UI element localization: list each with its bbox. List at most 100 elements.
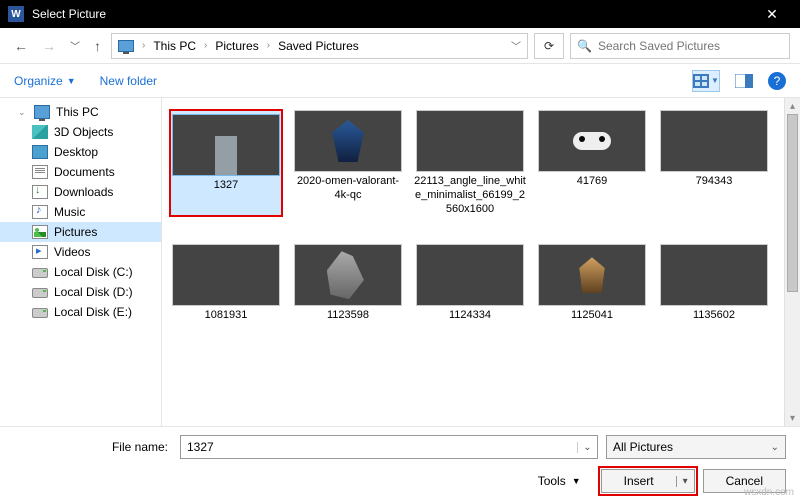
titlebar: W Select Picture ✕ [0, 0, 800, 28]
file-thumb[interactable]: 1124334 [414, 244, 526, 323]
sidebar-item-pictures[interactable]: Pictures [0, 222, 161, 242]
document-icon [32, 165, 48, 179]
monitor-icon [34, 105, 50, 119]
sidebar-item-desktop[interactable]: Desktop [0, 142, 161, 162]
sidebar-item-label: Downloads [54, 185, 113, 199]
pictures-icon [32, 225, 48, 239]
file-label: 2020-omen-valorant-4k-qc [292, 175, 404, 203]
insert-label: Insert [602, 474, 676, 488]
sidebar-item-label: Videos [54, 245, 90, 259]
expand-icon[interactable]: ⌄ [18, 107, 28, 118]
word-app-icon: W [8, 6, 24, 22]
chevron-right-icon[interactable]: › [265, 40, 272, 51]
scroll-down-icon[interactable]: ▾ [785, 410, 800, 426]
file-label: 1327 [214, 179, 238, 193]
file-thumb[interactable]: 2020-omen-valorant-4k-qc [292, 110, 404, 216]
thumbnail-image [416, 244, 524, 306]
sidebar-item-documents[interactable]: Documents [0, 162, 161, 182]
breadcrumb-segment[interactable]: This PC [149, 37, 200, 55]
organize-menu[interactable]: Organize ▼ [14, 74, 76, 88]
file-label: 1125041 [571, 309, 613, 323]
sidebar-item-downloads[interactable]: Downloads [0, 182, 161, 202]
file-name-label: File name: [14, 440, 172, 454]
scroll-thumb[interactable] [787, 114, 798, 292]
thumbnail-image [172, 244, 280, 306]
filter-label: All Pictures [613, 440, 673, 454]
file-name-field[interactable]: ⌄ [180, 435, 598, 459]
disk-icon [32, 308, 48, 318]
sidebar-item-label: Local Disk (C:) [54, 265, 133, 279]
download-icon [32, 185, 48, 199]
insert-split-chevron-icon[interactable]: ▾ [676, 476, 694, 487]
search-box[interactable]: 🔍 [570, 33, 790, 59]
sidebar-item-local-disk-c[interactable]: Local Disk (C:) [0, 262, 161, 282]
preview-pane-button[interactable] [730, 70, 758, 92]
scrollbar[interactable]: ▴ ▾ [784, 98, 800, 426]
thumbnail-image [538, 244, 646, 306]
forward-button[interactable]: → [38, 34, 60, 58]
sidebar-item-this-pc[interactable]: ⌄ This PC [0, 102, 161, 122]
file-name-input[interactable] [181, 440, 577, 454]
back-button[interactable]: ← [10, 34, 32, 58]
recent-locations-chevron-icon[interactable]: ﹀ [66, 34, 84, 57]
chevron-down-icon: ▼ [67, 76, 76, 86]
sidebar-item-label: Local Disk (D:) [54, 285, 133, 299]
sidebar-item-label: Local Disk (E:) [54, 305, 132, 319]
file-label: 1081931 [205, 309, 248, 323]
view-mode-button[interactable]: ▼ [692, 70, 720, 92]
file-thumb[interactable]: 41769 [536, 110, 648, 216]
close-icon[interactable]: ✕ [752, 6, 792, 23]
scroll-track[interactable] [785, 114, 800, 410]
sidebar-item-music[interactable]: Music [0, 202, 161, 222]
chevron-down-icon: ⌄ [771, 442, 779, 453]
thumbnail-image [172, 114, 280, 176]
insert-button[interactable]: Insert ▾ [601, 469, 695, 493]
new-folder-button[interactable]: New folder [100, 74, 157, 88]
watermark: wsxdn.com [744, 487, 794, 498]
sidebar-item-label: Music [54, 205, 85, 219]
chevron-right-icon[interactable]: › [140, 40, 147, 51]
file-thumb[interactable]: 1135602 [658, 244, 770, 323]
desktop-icon [32, 145, 48, 159]
file-thumb[interactable]: 1327 [170, 110, 282, 216]
bottom-panel: File name: ⌄ All Pictures ⌄ Tools ▼ Inse… [0, 426, 800, 500]
cube-icon [32, 125, 48, 139]
window-title: Select Picture [32, 7, 752, 21]
file-thumb[interactable]: 1081931 [170, 244, 282, 323]
search-input[interactable] [598, 39, 783, 53]
sidebar-item-3d-objects[interactable]: 3D Objects [0, 122, 161, 142]
file-label: 1124334 [449, 309, 491, 323]
file-thumb[interactable]: 1123598 [292, 244, 404, 323]
thumbnail-image [294, 244, 402, 306]
disk-icon [32, 268, 48, 278]
sidebar-item-videos[interactable]: Videos [0, 242, 161, 262]
tools-menu[interactable]: Tools ▼ [538, 474, 581, 488]
video-icon [32, 245, 48, 259]
up-button[interactable]: ↑ [90, 34, 105, 58]
address-expand-chevron-icon[interactable]: ﹀ [511, 38, 521, 53]
file-thumb[interactable]: 1125041 [536, 244, 648, 323]
file-type-filter[interactable]: All Pictures ⌄ [606, 435, 786, 459]
navbar: ← → ﹀ ↑ › This PC › Pictures › Saved Pic… [0, 28, 800, 64]
file-label: 22113_angle_line_white_minimalist_66199_… [414, 175, 526, 216]
thumbnail-image [660, 110, 768, 172]
help-button[interactable]: ? [768, 72, 786, 90]
file-name-dropdown-icon[interactable]: ⌄ [577, 442, 597, 453]
organize-label: Organize [14, 74, 63, 88]
breadcrumb-segment[interactable]: Pictures [211, 37, 262, 55]
file-thumb[interactable]: 794343 [658, 110, 770, 216]
toolbar: Organize ▼ New folder ▼ ? [0, 64, 800, 98]
file-thumb[interactable]: 22113_angle_line_white_minimalist_66199_… [414, 110, 526, 216]
breadcrumb-segment[interactable]: Saved Pictures [274, 37, 363, 55]
scroll-up-icon[interactable]: ▴ [785, 98, 800, 114]
sidebar-item-local-disk-d[interactable]: Local Disk (D:) [0, 282, 161, 302]
sidebar-item-label: This PC [56, 105, 99, 119]
sidebar-item-local-disk-e[interactable]: Local Disk (E:) [0, 302, 161, 322]
tools-label: Tools [538, 474, 566, 488]
address-bar[interactable]: › This PC › Pictures › Saved Pictures ﹀ [111, 33, 528, 59]
refresh-button[interactable]: ⟳ [534, 33, 564, 59]
sidebar-item-label: 3D Objects [54, 125, 113, 139]
chevron-right-icon[interactable]: › [202, 40, 209, 51]
cancel-label: Cancel [704, 474, 785, 488]
body: ⌄ This PC 3D Objects Desktop Documents D… [0, 98, 800, 426]
